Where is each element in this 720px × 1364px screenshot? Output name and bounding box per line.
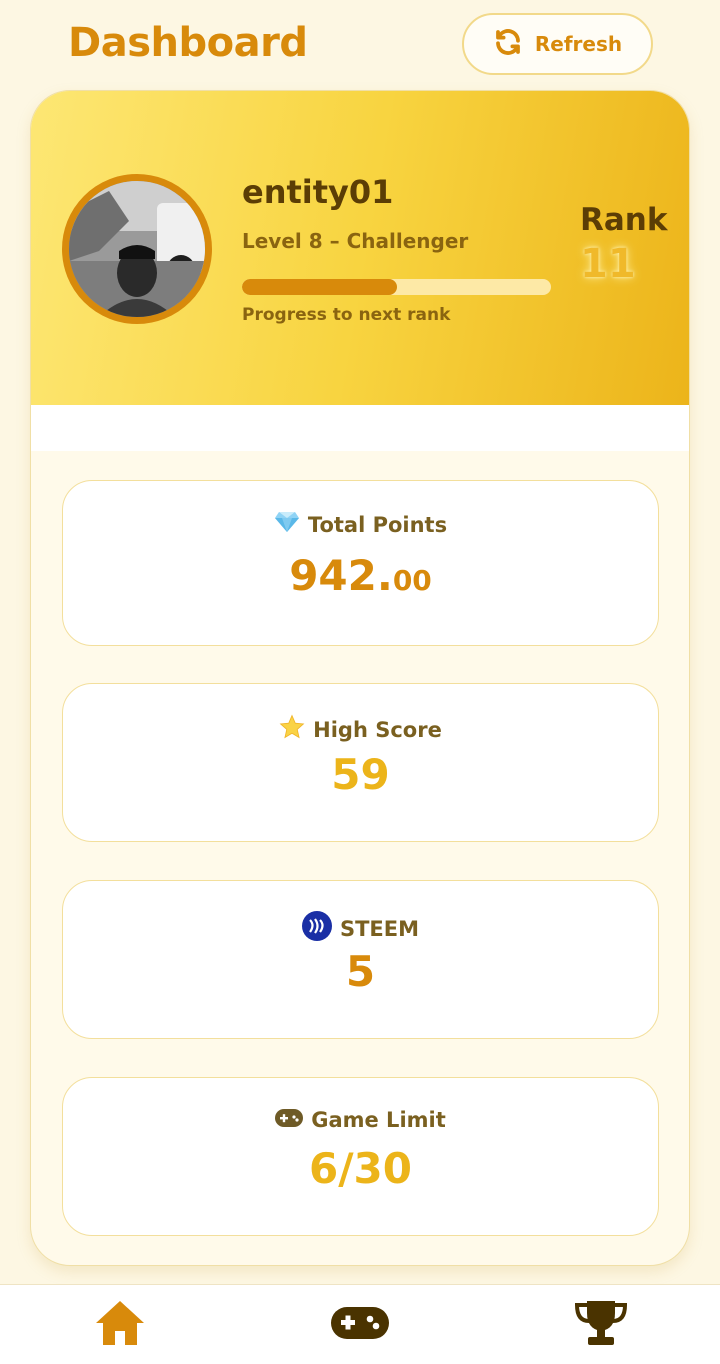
gem-icon <box>274 511 300 538</box>
stat-card-game-limit: Game Limit 6/30 <box>62 1077 659 1236</box>
stat-header: High Score <box>63 714 658 745</box>
avatar[interactable] <box>62 174 212 324</box>
stat-label: High Score <box>313 717 442 742</box>
divider-band <box>31 405 689 451</box>
dashboard-card: entity01 Level 8 – Challenger Progress t… <box>30 90 690 1266</box>
progress-label: Progress to next rank <box>242 305 451 325</box>
stat-header: Total Points <box>63 511 658 538</box>
stat-label: STEEM <box>339 916 420 941</box>
gamepad-icon <box>331 1305 389 1345</box>
stat-header: STEEM <box>63 911 658 946</box>
stat-label: Game Limit <box>311 1108 446 1132</box>
rank-label: Rank <box>580 202 668 238</box>
stat-card-steem: STEEM 5 <box>62 880 659 1039</box>
star-icon <box>279 714 305 745</box>
stat-header: Game Limit <box>63 1108 658 1132</box>
stat-card-total-points: Total Points 942.00 <box>62 480 659 646</box>
stat-value: 6/30 <box>308 1144 412 1193</box>
stat-value: 59 <box>331 750 390 799</box>
trophy-icon <box>574 1299 628 1351</box>
steem-icon <box>301 911 332 946</box>
rank-value: 11 <box>580 241 636 287</box>
refresh-label: Refresh <box>534 32 623 56</box>
stat-value: 5 <box>345 947 376 996</box>
stat-card-high-score: High Score 59 <box>62 683 659 842</box>
refresh-button[interactable]: Refresh <box>462 13 653 75</box>
gamepad-icon <box>275 1108 304 1132</box>
rank-progress-bar <box>242 279 551 295</box>
profile-hero: entity01 Level 8 – Challenger Progress t… <box>31 91 689 405</box>
level-label: Level 8 – Challenger <box>242 229 469 253</box>
nav-games[interactable] <box>330 1299 390 1351</box>
home-icon <box>94 1299 146 1351</box>
username: entity01 <box>242 173 394 211</box>
page-title: Dashboard <box>68 20 308 66</box>
nav-home[interactable] <box>90 1299 150 1351</box>
refresh-icon <box>493 27 523 62</box>
nav-leaderboard[interactable] <box>571 1299 631 1351</box>
stat-value: 942.00 <box>63 551 658 600</box>
bottom-nav <box>0 1284 720 1364</box>
stat-value-integer: 942. <box>289 551 393 600</box>
rank-progress-fill <box>242 279 397 295</box>
stat-label: Total Points <box>307 512 448 537</box>
stat-value-decimal: 00 <box>392 564 432 597</box>
